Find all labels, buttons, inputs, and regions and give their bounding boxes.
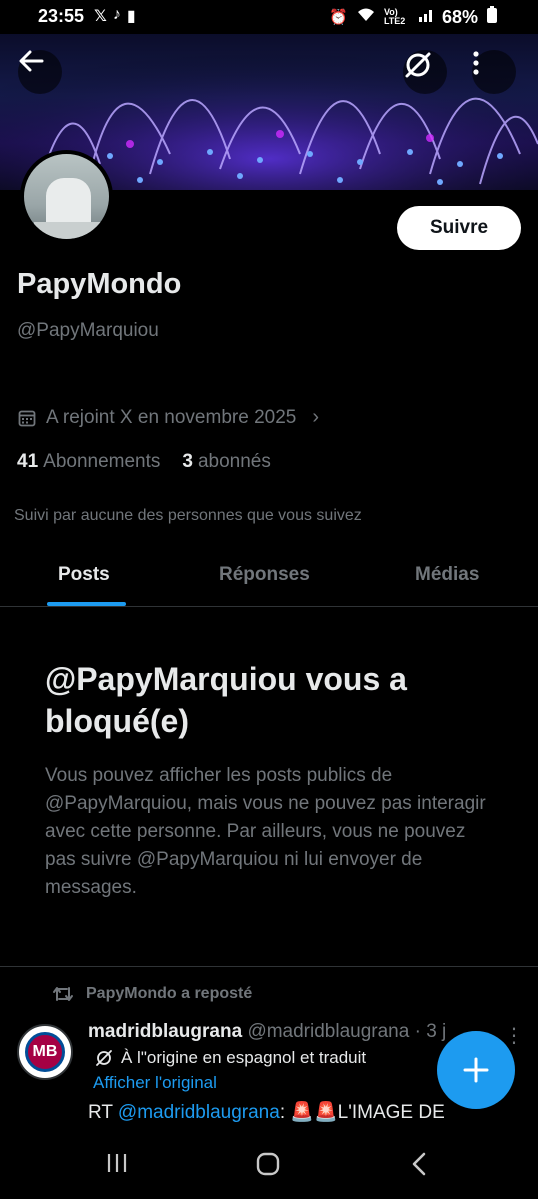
- post-more-icon[interactable]: ⋮: [504, 1023, 524, 1048]
- status-time: 23:55: [38, 6, 85, 26]
- grok-icon: [405, 52, 431, 78]
- battery-level: 68%: [441, 6, 478, 27]
- sim-icon: ▮: [126, 8, 136, 25]
- follow-button[interactable]: Suivre: [397, 206, 521, 250]
- profile-handle: @PapyMarquiou: [17, 320, 159, 341]
- status-bar: 23:55 𝕏 ♪ ▮ ⏰ Vo) LTE2 68%: [0, 0, 538, 34]
- joined-date[interactable]: A rejoint X en novembre 2025 ›: [18, 406, 319, 429]
- compose-button[interactable]: [437, 1031, 515, 1109]
- follow-counts: 41 Abonnements 3 abonnés: [17, 451, 271, 473]
- followers-count: 3: [182, 451, 193, 472]
- recent-apps-button[interactable]: [105, 1151, 129, 1180]
- post-author-avatar[interactable]: MB: [17, 1024, 73, 1080]
- translation-label: À l"origine en espagnol et traduit: [121, 1048, 367, 1067]
- madridblaugrana-logo: MB: [25, 1032, 65, 1072]
- arrow-left-icon: [19, 50, 44, 72]
- profile-display-name: PapyMondo: [17, 268, 182, 300]
- joined-label: A rejoint X en novembre 2025: [46, 406, 297, 428]
- tab-media[interactable]: Médias: [415, 564, 479, 586]
- active-tab-indicator: [47, 602, 126, 606]
- followed-by-text: Suivi par aucune des personnes que vous …: [14, 507, 362, 524]
- post-mention-link[interactable]: @madridblaugrana: [118, 1102, 280, 1123]
- battery-icon: [486, 6, 498, 28]
- chevron-left-icon: [412, 1152, 426, 1176]
- x-app-icon: 𝕏: [94, 8, 107, 25]
- post-header[interactable]: madridblaugrana @madridblaugrana · 3 j: [88, 1021, 446, 1043]
- following-count: 41: [17, 451, 39, 472]
- section-divider: [0, 966, 538, 967]
- followers-link[interactable]: 3 abonnés: [182, 451, 270, 473]
- profile-tabs: Posts Réponses Médias: [0, 550, 538, 607]
- repost-icon: [53, 987, 73, 1001]
- avatar-statue-base: [34, 222, 104, 239]
- show-original-link[interactable]: Afficher l'original: [93, 1073, 217, 1093]
- notification-icons: 𝕏 ♪ ▮: [94, 6, 136, 26]
- blocked-body: Vous pouvez afficher les posts publics d…: [45, 765, 486, 898]
- tiktok-icon: ♪: [112, 6, 121, 23]
- calendar-icon: [18, 410, 36, 426]
- home-circle-icon: [256, 1152, 280, 1176]
- android-nav-bar: [0, 1131, 538, 1199]
- post-text-prefix: RT: [88, 1102, 118, 1123]
- home-button[interactable]: [255, 1151, 281, 1182]
- followers-label: abonnés: [197, 451, 271, 472]
- following-link[interactable]: 41 Abonnements: [17, 451, 160, 473]
- tab-replies[interactable]: Réponses: [219, 564, 310, 586]
- following-label: Abonnements: [43, 451, 161, 472]
- grok-button[interactable]: [403, 50, 447, 94]
- more-vertical-icon: [473, 51, 479, 75]
- tab-posts[interactable]: Posts: [58, 564, 110, 586]
- chevron-right-icon: ›: [312, 406, 320, 428]
- translation-notice: À l"origine en espagnol et traduit: [95, 1048, 366, 1068]
- profile-avatar[interactable]: [20, 150, 113, 243]
- repost-indicator: PapyMondo a reposté: [52, 985, 252, 1003]
- blocked-title: @PapyMarquiou vous a bloqué(e): [45, 661, 407, 739]
- post-author-name: madridblaugrana: [88, 1021, 243, 1042]
- more-options-button[interactable]: [472, 50, 516, 94]
- repost-label: PapyMondo a reposté: [86, 985, 253, 1002]
- signal-icon: [418, 8, 434, 26]
- nav-back-button[interactable]: [408, 1151, 430, 1182]
- post-text: RT @madridblaugrana: 🚨🚨L'IMAGE DE: [88, 1100, 445, 1124]
- back-button[interactable]: [18, 50, 62, 94]
- recent-apps-icon: [107, 1154, 127, 1172]
- system-icons: ⏰ Vo) LTE2 68%: [329, 6, 498, 28]
- grok-small-icon: [96, 1050, 112, 1066]
- wifi-icon: [356, 7, 376, 27]
- post-text-suffix: : 🚨🚨L'IMAGE DE: [279, 1102, 445, 1123]
- alarm-icon: ⏰: [329, 9, 348, 26]
- avatar-statue: [46, 178, 91, 228]
- network-label: Vo) LTE2: [383, 7, 406, 26]
- post-author-handle: @madridblaugrana · 3 j: [247, 1021, 447, 1042]
- plus-icon: [463, 1057, 489, 1083]
